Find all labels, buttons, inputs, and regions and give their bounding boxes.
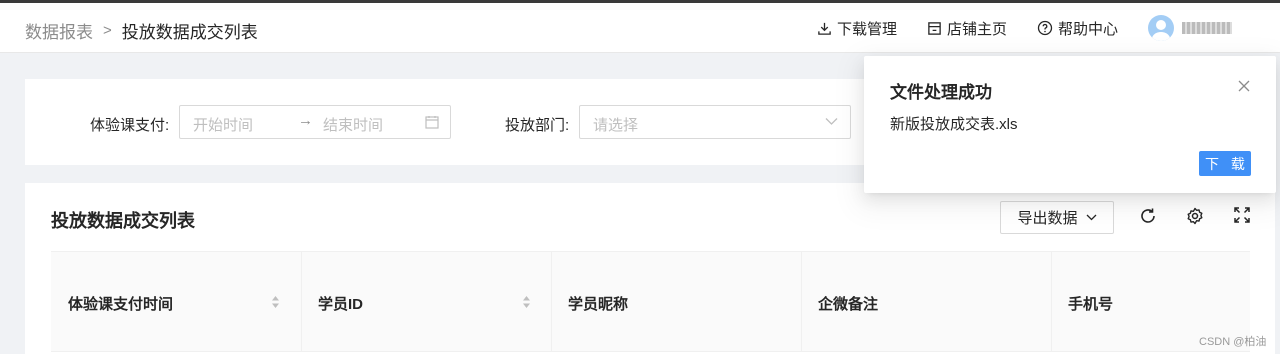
breadcrumb-current: 投放数据成交列表 [121,23,258,42]
close-icon[interactable] [1238,80,1250,92]
fullscreen-icon[interactable] [1234,207,1250,223]
start-time-input[interactable]: 开始时间 [193,114,253,135]
refresh-icon[interactable] [1139,207,1157,225]
range-arrow-icon: → [298,112,313,129]
help-center-label: 帮助中心 [1057,20,1118,38]
dept-label: 投放部门: [505,117,570,134]
notification-title: 文件处理成功 [890,83,992,102]
store-home-link[interactable]: 店铺主页 [927,18,1007,39]
calendar-icon [425,116,439,129]
notification-toast: 文件处理成功 新版投放成交表.xls 下 载 [864,56,1276,193]
username-blurred[interactable] [1182,22,1232,34]
chevron-down-icon [1086,214,1096,221]
column-header: 学员昵称 [568,296,629,313]
export-data-button[interactable]: 导出数据 [1000,201,1114,234]
chevron-down-icon [825,118,838,125]
help-center-link[interactable]: 帮助中心 [1037,18,1118,39]
watermark-text: CSDN @柏油 [1199,336,1267,348]
dept-select-placeholder: 请选择 [593,117,639,134]
help-circle-icon [1037,20,1053,36]
download-manage-link[interactable]: 下载管理 [817,18,897,39]
dept-select[interactable]: 请选择 [579,105,851,139]
end-time-input[interactable]: 结束时间 [323,114,383,135]
store-icon [928,21,941,35]
download-manage-label: 下载管理 [836,20,897,38]
breadcrumb-separator: > [103,22,112,39]
sort-icon[interactable] [271,294,280,310]
table-title: 投放数据成交列表 [51,211,195,231]
store-home-label: 店铺主页 [946,20,1007,38]
column-header: 企微备注 [818,296,879,313]
breadcrumb: 数据报表 > 投放数据成交列表 [25,18,258,43]
pay-date-range-picker[interactable]: 开始时间 → 结束时间 [179,105,451,139]
table-header: 体验课支付时间 学员ID 学员昵称 企微备注 手机号 [51,251,1250,352]
user-avatar[interactable] [1148,15,1174,41]
table-card: 投放数据成交列表 导出数据 体验课支付时间 学员ID 学员昵称 企微备注 手机号 [25,183,1275,354]
column-header[interactable]: 学员ID [301,252,551,352]
sort-icon[interactable] [522,294,531,310]
top-header: 数据报表 > 投放数据成交列表 下载管理 店铺主页 帮助中心 [0,3,1280,53]
export-data-label: 导出数据 [1017,210,1078,227]
pay-time-label: 体验课支付: [90,117,170,134]
settings-gear-icon[interactable] [1186,207,1204,225]
header-actions: 下载管理 店铺主页 帮助中心 [817,3,1280,53]
download-icon [818,22,831,35]
breadcrumb-parent[interactable]: 数据报表 [25,18,93,43]
notification-filename: 新版投放成交表.xls [890,116,1018,133]
download-button[interactable]: 下 载 [1199,151,1251,176]
column-header[interactable]: 体验课支付时间 [51,252,301,352]
